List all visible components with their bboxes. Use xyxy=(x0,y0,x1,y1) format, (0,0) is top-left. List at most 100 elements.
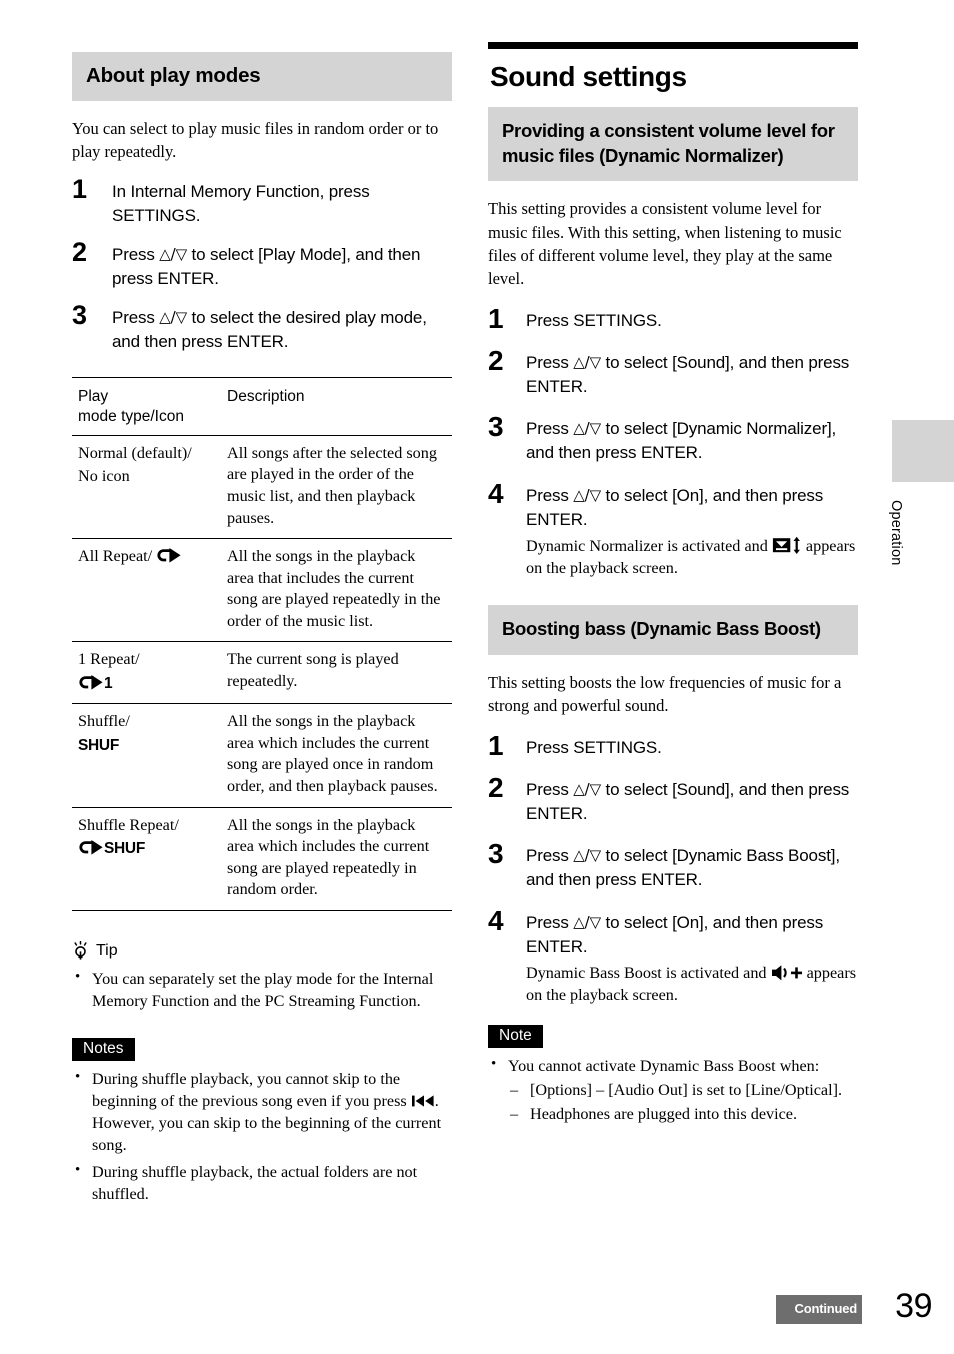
shuffle-repeat-label: SHUF xyxy=(104,840,145,858)
notes-bullet-list: During shuffle playback, you cannot skip… xyxy=(72,1067,452,1205)
play-mode-name: 1 Repeat/ xyxy=(78,650,140,669)
step-item: 1 Press SETTINGS. xyxy=(488,732,858,760)
list-item: During shuffle playback, the actual fold… xyxy=(72,1160,452,1205)
section1-intro: This setting provides a consistent volum… xyxy=(488,199,842,289)
step-item: 2 Press △/▽ to select [Sound], and then … xyxy=(488,347,858,399)
note-sub-list: [Options] – [Audio Out] is set to [Line/… xyxy=(508,1079,858,1125)
step-number: 1 xyxy=(488,729,504,761)
section-heading-dynamic-bass-boost: Boosting bass (Dynamic Bass Boost) xyxy=(488,605,858,656)
step-item: 4 Press △/▽ to select [On], and then pre… xyxy=(488,479,858,580)
step-text: Press △/▽ to select [Play Mode], and the… xyxy=(112,243,452,291)
step-text: Press SETTINGS. xyxy=(526,310,662,330)
side-tab-marker xyxy=(892,420,954,482)
step-text-before: Press xyxy=(526,912,574,932)
step-text: Press △/▽ to select [On], and then press… xyxy=(526,911,858,959)
tip-bullet-list: You can separately set the play mode for… xyxy=(72,967,452,1012)
list-item: You cannot activate Dynamic Bass Boost w… xyxy=(488,1053,858,1077)
result-text-part1: Dynamic Normalizer is activated and xyxy=(526,536,772,555)
step-text: Press △/▽ to select [Sound], and then pr… xyxy=(526,778,858,826)
cell-description: All the songs in the playback area which… xyxy=(227,712,438,796)
step-number: 1 xyxy=(488,302,504,334)
shuffle-repeat-icon: SHUF xyxy=(78,838,211,860)
previous-track-icon xyxy=(411,1092,435,1110)
notes-badge: Notes xyxy=(72,1037,135,1061)
step-item: 1 In Internal Memory Function, press SET… xyxy=(72,175,452,228)
play-modes-table: Play mode type/Icon Description Normal (… xyxy=(72,377,452,911)
up-down-arrow-icon: △/▽ xyxy=(159,308,187,327)
lightbulb-icon xyxy=(72,940,89,961)
step-number: 3 xyxy=(488,411,504,443)
list-item: During shuffle playback, you cannot skip… xyxy=(72,1067,452,1156)
step-text-before: Press xyxy=(526,353,574,372)
cell-description: The current song is played repeatedly. xyxy=(227,650,399,690)
cell-play-mode-type: All Repeat/ xyxy=(72,539,217,642)
dynamic-normalizer-icon xyxy=(772,536,802,555)
step-text: Press △/▽ to select [Dynamic Bass Boost]… xyxy=(526,844,858,892)
steps-list-dynamic-normalizer: 1 Press SETTINGS. 2 Press △/▽ to select … xyxy=(488,305,858,580)
list-item: [Options] – [Audio Out] is set to [Line/… xyxy=(508,1079,858,1101)
shuffle-label: SHUF xyxy=(78,736,119,754)
play-mode-icon-none: No icon xyxy=(78,467,130,486)
list-item: You can separately set the play mode for… xyxy=(72,967,452,1012)
step-result-note: Dynamic Bass Boost is activated and appe… xyxy=(526,962,858,1007)
section2-intro: This setting boosts the low frequencies … xyxy=(488,673,842,716)
play-mode-name: Shuffle/ xyxy=(78,712,130,731)
note-bullet-list: You cannot activate Dynamic Bass Boost w… xyxy=(488,1053,858,1077)
up-down-arrow-icon: △/▽ xyxy=(573,485,601,504)
step-item: 1 Press SETTINGS. xyxy=(488,305,858,333)
page-footer: Continued 39 xyxy=(0,1285,954,1345)
cell-play-mode-type: 1 Repeat/ 1 xyxy=(72,642,217,704)
intro-paragraph: You can select to play music files in ra… xyxy=(72,119,439,162)
table-row: Normal (default)/ No icon All songs afte… xyxy=(72,435,452,539)
step-text: Press △/▽ to select [Dynamic Normalizer]… xyxy=(526,417,858,465)
tip-label: Tip xyxy=(96,941,118,959)
page-title: Sound settings xyxy=(490,61,687,92)
step-text-before: Press xyxy=(526,419,574,439)
up-down-arrow-icon: △/▽ xyxy=(573,846,601,865)
note-badge: Note xyxy=(488,1024,543,1048)
repeat-one-icon: 1 xyxy=(78,673,211,695)
step-number: 2 xyxy=(72,237,88,268)
column-header-description: Description xyxy=(217,377,452,436)
table-row: 1 Repeat/ 1 The current song is played r… xyxy=(72,642,452,704)
step-item: 2 Press △/▽ to select [Play Mode], and t… xyxy=(72,239,452,291)
step-text: Press △/▽ to select [Sound], and then pr… xyxy=(526,351,858,399)
continued-banner: Continued xyxy=(775,1295,862,1324)
repeat-loop-icon xyxy=(156,547,182,565)
top-rule xyxy=(488,42,858,49)
step-result-note: Dynamic Normalizer is activated and appe… xyxy=(526,535,858,580)
step-text-before: Press xyxy=(526,485,574,505)
left-column: About play modes You can select to play … xyxy=(72,52,452,1205)
column-header-line1: Play xyxy=(78,387,109,405)
table-row: All Repeat/ All the songs in the playbac… xyxy=(72,539,452,642)
shuffle-icon: SHUF xyxy=(78,735,211,757)
step-text-before: Press xyxy=(112,308,160,328)
right-column: Sound settings Providing a consistent vo… xyxy=(488,42,858,1125)
play-mode-name: Normal (default)/ xyxy=(78,443,192,462)
cell-play-mode-type: Shuffle/ SHUF xyxy=(72,704,217,807)
play-mode-name: Shuffle Repeat/ xyxy=(78,815,179,834)
step-number: 3 xyxy=(488,838,504,870)
manual-page: About play modes You can select to play … xyxy=(0,0,954,1354)
up-down-arrow-icon: △/▽ xyxy=(573,912,601,931)
page-number: 39 xyxy=(895,1287,932,1325)
continued-bars-icon xyxy=(775,1295,789,1324)
steps-list-play-modes: 1 In Internal Memory Function, press SET… xyxy=(72,175,452,355)
cell-description: All songs after the selected song are pl… xyxy=(227,443,437,527)
step-text: Press SETTINGS. xyxy=(526,737,662,757)
step-text-before: Press xyxy=(112,245,160,265)
up-down-arrow-icon: △/▽ xyxy=(573,353,601,371)
step-number: 2 xyxy=(488,772,504,804)
result-text-part1: Dynamic Bass Boost is activated and xyxy=(526,963,771,982)
cell-description: All the songs in the playback area which… xyxy=(227,815,430,899)
note-text-part1: During shuffle playback, you cannot skip… xyxy=(92,1069,411,1110)
table-row: Shuffle/ SHUF All the songs in the playb… xyxy=(72,704,452,808)
cell-play-mode-type: Shuffle Repeat/ SHUF xyxy=(72,807,217,910)
column-header-play-mode-type: Play mode type/Icon xyxy=(72,377,217,436)
cell-play-mode-type: Normal (default)/ No icon xyxy=(72,435,217,538)
step-text: Press △/▽ to select the desired play mod… xyxy=(112,306,452,354)
step-text-before: Press xyxy=(526,846,574,866)
step-item: 3 Press △/▽ to select [Dynamic Normalize… xyxy=(488,413,858,465)
step-text: In Internal Memory Function, press SETTI… xyxy=(112,181,370,225)
side-tab-label: Operation xyxy=(888,500,904,566)
